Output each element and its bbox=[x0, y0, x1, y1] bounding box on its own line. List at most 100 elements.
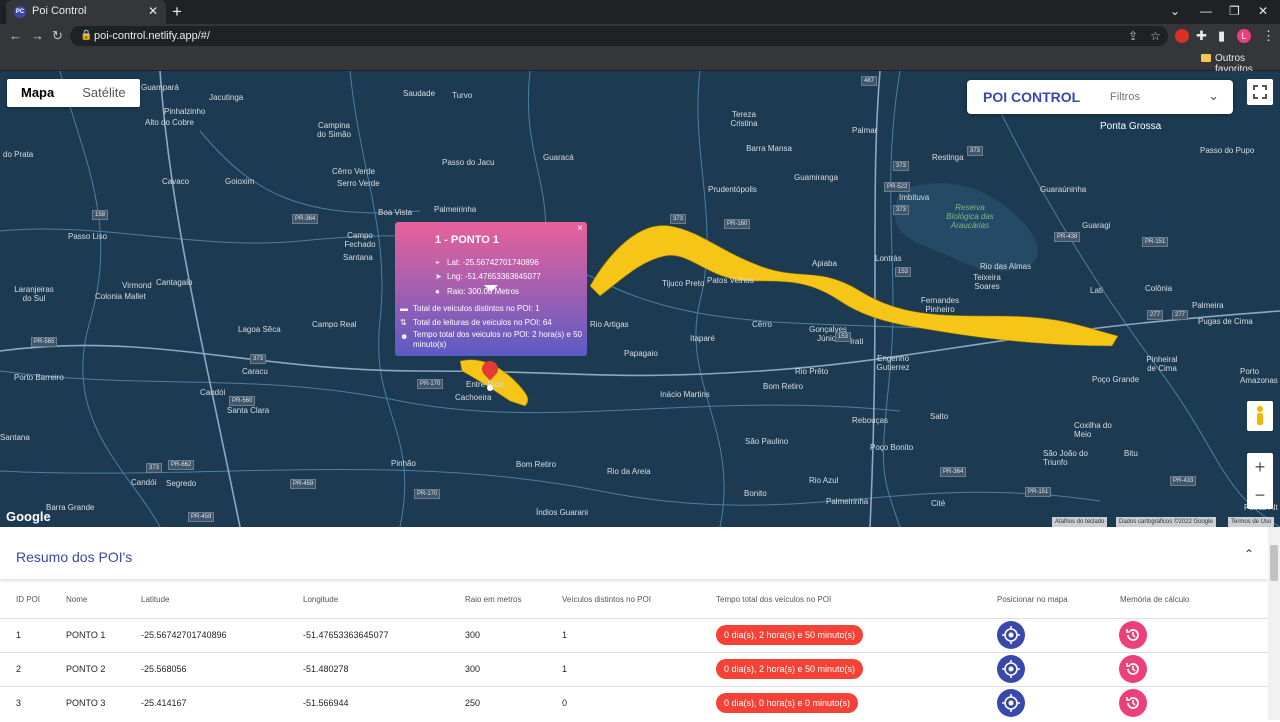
browser-tab[interactable]: PC Poi Control ✕ bbox=[6, 0, 166, 24]
terms-link[interactable]: Termos de Uso bbox=[1228, 517, 1275, 527]
minimize-icon[interactable]: — bbox=[1200, 4, 1212, 18]
map-place-label: Caracu bbox=[242, 367, 268, 376]
history-icon bbox=[1126, 663, 1139, 675]
calculation-memory-button[interactable] bbox=[1119, 655, 1147, 683]
map-place-label: Guampará bbox=[141, 83, 179, 92]
close-window-icon[interactable]: ✕ bbox=[1258, 4, 1268, 18]
history-icon bbox=[1126, 629, 1139, 641]
map-place-label: Pinhalzinho bbox=[164, 107, 206, 116]
divider bbox=[0, 618, 1268, 619]
restore-icon[interactable]: ❐ bbox=[1229, 4, 1240, 18]
map-place-label: Prudentópolis bbox=[708, 185, 757, 194]
share-icon[interactable]: ⇪ bbox=[1128, 29, 1138, 43]
map-place-label: Rio da Areia bbox=[607, 467, 651, 476]
map-place-label: São João do Triunfo bbox=[1043, 449, 1088, 467]
map-canvas[interactable]: Guampará Jacutinga Saudade Turvo Pinhalz… bbox=[0, 71, 1280, 527]
column-header: Raio em metros bbox=[465, 595, 522, 604]
map-place-label: Reserva Biológica das Araucárias bbox=[946, 203, 994, 230]
map-place-label: Tijuco Preto bbox=[662, 279, 705, 288]
url-input[interactable]: 🔒 poi-control.netlify.app/#/ ⇪ ☆ bbox=[70, 26, 1168, 46]
calculation-memory-button[interactable] bbox=[1119, 689, 1147, 717]
map-place-label: Candói bbox=[200, 388, 226, 397]
time-badge: 0 dia(s), 2 hora(s) e 50 minuto(s) bbox=[716, 659, 864, 679]
keyboard-shortcuts-link[interactable]: Atalhos do teclado bbox=[1052, 517, 1108, 527]
zoom-out-button[interactable]: − bbox=[1247, 481, 1273, 509]
star-icon[interactable]: ☆ bbox=[1150, 29, 1161, 43]
column-header: Posicionar no mapa bbox=[997, 595, 1068, 604]
cell-vehicles: 0 bbox=[562, 698, 568, 708]
map-place-label: Porto Amazonas bbox=[1240, 367, 1278, 385]
map-place-label: Índios Guarani bbox=[536, 508, 589, 517]
cell-name: PONTO 3 bbox=[66, 698, 106, 708]
menu-icon[interactable]: ⋮ bbox=[1262, 28, 1275, 44]
forward-icon[interactable]: → bbox=[31, 28, 44, 43]
road-shield: 277 bbox=[1172, 310, 1189, 320]
info-distinct-vehicles: Total de veiculos distintos no POI: 1 bbox=[413, 304, 540, 313]
cell-name: PONTO 1 bbox=[66, 630, 106, 640]
cell-lng: -51.480278 bbox=[303, 664, 349, 674]
close-icon[interactable]: × bbox=[577, 223, 583, 234]
map-place-label: Pinhão bbox=[391, 459, 416, 468]
map-place-label: Cité bbox=[931, 499, 946, 508]
page-scrollbar[interactable] bbox=[1268, 527, 1280, 720]
puzzle-icon[interactable]: ✚ bbox=[1196, 28, 1207, 44]
column-header: Latitude bbox=[141, 595, 170, 604]
map-type-map-button[interactable]: Mapa bbox=[7, 79, 68, 107]
map-place-label: Palmeira bbox=[1192, 301, 1224, 310]
fullscreen-button[interactable] bbox=[1247, 79, 1273, 105]
profile-avatar[interactable]: L bbox=[1237, 29, 1251, 43]
close-tab-icon[interactable]: ✕ bbox=[148, 4, 158, 18]
road-shield: 153 bbox=[835, 332, 852, 342]
map-place-label: Santana bbox=[0, 433, 30, 442]
extension-icon[interactable] bbox=[1175, 29, 1189, 43]
map-place-label: Rebouças bbox=[852, 416, 889, 425]
road-shield: 153 bbox=[895, 267, 912, 277]
info-lat: Lat: -25.56742701740896 bbox=[447, 258, 539, 267]
pegman-icon bbox=[1257, 406, 1263, 425]
sidepanel-icon[interactable]: ▮ bbox=[1218, 28, 1225, 44]
map-place-label: Bonito bbox=[744, 489, 767, 498]
map-place-label: do Prata bbox=[3, 150, 34, 159]
calculation-memory-button[interactable] bbox=[1119, 621, 1147, 649]
map-place-label: Bom Retiro bbox=[516, 460, 557, 469]
map-place-label: Santana bbox=[343, 253, 373, 262]
street-view-button[interactable] bbox=[1247, 401, 1273, 431]
scrollbar-thumb[interactable] bbox=[1270, 545, 1278, 581]
map-place-label: Rio Azul bbox=[809, 476, 839, 485]
map-place-label: Entre Rios bbox=[466, 380, 504, 389]
map-place-label: Lontrás bbox=[875, 254, 902, 263]
map-place-label: Segredo bbox=[166, 479, 197, 488]
back-icon[interactable]: ← bbox=[9, 28, 22, 43]
chevron-down-icon[interactable]: ⌄ bbox=[1170, 4, 1180, 18]
locate-on-map-button[interactable] bbox=[997, 689, 1025, 717]
road-shield: PR-364 bbox=[292, 214, 319, 224]
poi-marker-center bbox=[487, 385, 493, 391]
lock-icon: 🔒 bbox=[80, 30, 93, 41]
map-place-label: Teixeira Soares bbox=[973, 273, 1001, 291]
road-shield: 373 bbox=[670, 214, 687, 224]
road-shield: 158 bbox=[92, 210, 109, 220]
chevron-down-icon[interactable]: ⌄ bbox=[1208, 88, 1219, 104]
map-type-satellite-button[interactable]: Satélite bbox=[68, 79, 139, 107]
road-shield: PR-522 bbox=[884, 182, 911, 192]
map-place-label: Turvo bbox=[452, 91, 473, 100]
cell-radius: 300 bbox=[465, 630, 481, 640]
map-place-label: Alto do Cobre bbox=[145, 118, 194, 127]
summary-header[interactable]: Resumo dos POI's ⌃ bbox=[0, 527, 1268, 579]
locate-on-map-button[interactable] bbox=[997, 655, 1025, 683]
map-place-label: Cantagalo bbox=[156, 278, 193, 287]
chevron-up-icon[interactable]: ⌃ bbox=[1244, 547, 1254, 561]
cell-lat: -25.56742701740896 bbox=[141, 630, 227, 640]
map-place-label: Palmar bbox=[852, 126, 878, 135]
crosshair-icon bbox=[1002, 660, 1020, 678]
summary-title: Resumo dos POI's bbox=[16, 549, 133, 565]
zoom-in-button[interactable]: + bbox=[1247, 453, 1273, 481]
new-tab-icon[interactable]: + bbox=[172, 2, 182, 22]
map-place-label: Bom Retiro bbox=[763, 382, 804, 391]
cell-id: 3 bbox=[16, 698, 22, 708]
map-place-label: Apiaba bbox=[812, 259, 837, 268]
reload-icon[interactable]: ↻ bbox=[52, 28, 63, 44]
locate-on-map-button[interactable] bbox=[997, 621, 1025, 649]
filter-select[interactable]: Filtros bbox=[1110, 91, 1140, 103]
info-lng: Lng: -51.47653363645077 bbox=[447, 272, 541, 281]
